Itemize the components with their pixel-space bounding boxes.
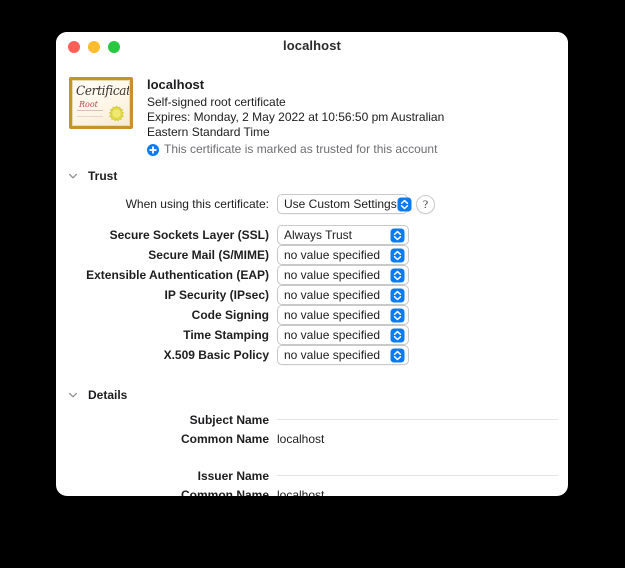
- subject-name-label: Subject Name: [189, 412, 269, 427]
- subject-name-rule: [277, 419, 558, 420]
- trust-row-label: Code Signing: [191, 308, 269, 322]
- trust-row-select[interactable]: no value specified: [277, 305, 409, 325]
- when-using-certificate-value: Use Custom Settings: [284, 197, 397, 211]
- issuer-name-rule: [277, 475, 558, 476]
- trust-row-value: no value specified: [284, 348, 381, 362]
- trust-row-value: no value specified: [284, 268, 381, 282]
- window-content: Certificate Root localhost Self-signed r…: [56, 61, 568, 496]
- when-using-certificate-label: When using this certificate:: [125, 197, 269, 211]
- certificate-icon-script-text: Certificate: [76, 83, 129, 99]
- updown-chevron-icon: [390, 308, 405, 322]
- certificate-icon-face: Certificate Root: [72, 80, 130, 126]
- updown-chevron-icon: [390, 288, 405, 302]
- updown-chevron-icon: [397, 197, 412, 211]
- trust-row: Extensible Authentication (EAP) no value…: [68, 265, 568, 285]
- issuer-name-row: Issuer Name: [68, 466, 568, 485]
- updown-chevron-icon: [390, 248, 405, 262]
- certificate-trust-status-text: This certificate is marked as trusted fo…: [164, 142, 438, 156]
- trust-row: Code Signing no value specified: [68, 305, 568, 325]
- updown-chevron-icon: [390, 348, 405, 362]
- trust-section-header[interactable]: Trust: [56, 167, 568, 185]
- details-section-header[interactable]: Details: [56, 386, 568, 404]
- trust-row: Secure Sockets Layer (SSL) Always Trust: [68, 225, 568, 245]
- certificate-trust-status: This certificate is marked as trusted fo…: [147, 142, 487, 157]
- trust-row-value: no value specified: [284, 288, 381, 302]
- updown-chevron-icon: [390, 328, 405, 342]
- window-titlebar: localhost: [56, 32, 568, 61]
- trust-row: Time Stamping no value specified: [68, 325, 568, 345]
- issuer-common-name-value: localhost: [277, 487, 325, 497]
- trust-row-select[interactable]: no value specified: [277, 265, 409, 285]
- trust-section: Trust When using this certificate: Use C…: [56, 167, 568, 365]
- certificate-summary: localhost Self-signed root certificate E…: [147, 76, 487, 157]
- trust-row-value: no value specified: [284, 328, 381, 342]
- trust-row-select[interactable]: Always Trust: [277, 225, 409, 245]
- issuer-common-name-label: Common Name: [180, 487, 269, 497]
- details-list: Subject Name Common Name localhost Issue…: [56, 410, 568, 496]
- chevron-down-icon[interactable]: [68, 171, 78, 181]
- trust-help-button[interactable]: ?: [416, 194, 435, 214]
- trust-row-select[interactable]: no value specified: [277, 285, 409, 305]
- trust-row-value: no value specified: [284, 248, 381, 262]
- details-section: Details Subject Name Common Name localho…: [56, 386, 568, 496]
- details-section-title: Details: [88, 388, 128, 402]
- certificate-name: localhost: [147, 77, 205, 92]
- certificate-root-icon: Certificate Root: [69, 77, 133, 129]
- updown-chevron-icon: [390, 228, 405, 242]
- trust-row-label: Secure Mail (S/MIME): [148, 248, 269, 262]
- when-using-certificate-row: When using this certificate: Use Custom …: [56, 194, 568, 214]
- subject-common-name-label: Common Name: [180, 431, 269, 446]
- issuer-name-label: Issuer Name: [197, 468, 269, 483]
- subject-common-name-row: Common Name localhost: [68, 429, 568, 448]
- updown-chevron-icon: [390, 268, 405, 282]
- trust-row-label: X.509 Basic Policy: [163, 348, 269, 362]
- subject-common-name-value: localhost: [277, 431, 325, 446]
- trust-row-label: Extensible Authentication (EAP): [86, 268, 269, 282]
- subject-name-row: Subject Name: [68, 410, 568, 429]
- window-title: localhost: [283, 38, 341, 53]
- trust-section-title: Trust: [88, 169, 118, 183]
- certificate-seal-icon: [108, 105, 125, 122]
- trust-row-label: IP Security (IPsec): [164, 288, 270, 302]
- trust-row-value: no value specified: [284, 308, 381, 322]
- trust-row-label: Time Stamping: [183, 328, 269, 342]
- trust-row-select[interactable]: no value specified: [277, 345, 409, 365]
- trust-row-value: Always Trust: [284, 228, 353, 242]
- certificate-expiry: Expires: Monday, 2 May 2022 at 10:56:50 …: [147, 110, 445, 139]
- details-spacer: [68, 448, 568, 466]
- certificate-icon-root-text: Root: [79, 100, 98, 109]
- trust-settings-list: Secure Sockets Layer (SSL) Always Trust …: [56, 225, 568, 365]
- certificate-window: localhost Certificate Root: [56, 32, 568, 496]
- trusted-plus-badge-icon: [147, 143, 159, 156]
- trust-row-select[interactable]: no value specified: [277, 245, 409, 265]
- trust-row-select[interactable]: no value specified: [277, 325, 409, 345]
- trust-row: X.509 Basic Policy no value specified: [68, 345, 568, 365]
- trust-row: Secure Mail (S/MIME) no value specified: [68, 245, 568, 265]
- trust-row: IP Security (IPsec) no value specified: [68, 285, 568, 305]
- certificate-icon-flourish: [77, 110, 103, 117]
- trust-row-label: Secure Sockets Layer (SSL): [109, 228, 269, 242]
- chevron-down-icon[interactable]: [68, 390, 78, 400]
- certificate-subtitle: Self-signed root certificate: [147, 95, 286, 109]
- issuer-common-name-row: Common Name localhost: [68, 485, 568, 497]
- when-using-certificate-select[interactable]: Use Custom Settings: [277, 194, 412, 214]
- certificate-header: Certificate Root localhost Self-signed r…: [56, 61, 568, 157]
